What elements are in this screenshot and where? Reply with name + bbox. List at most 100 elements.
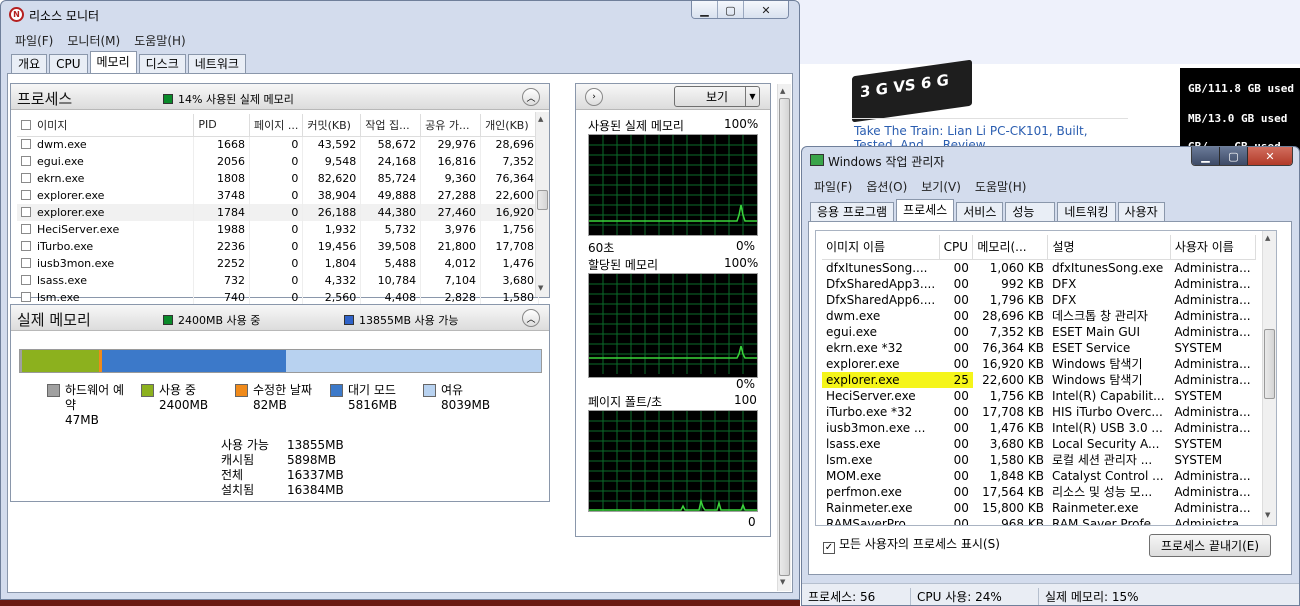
- process-row[interactable]: dwm.exe 1668 0 43,592 58,672 29,976 28,696: [17, 136, 539, 153]
- row-checkbox[interactable]: [21, 173, 31, 183]
- col-commit[interactable]: 커밋(KB): [302, 114, 362, 137]
- process-scrollbar[interactable]: ▲ ▼: [535, 112, 549, 297]
- collapse-up-icon[interactable]: ︿: [522, 309, 540, 327]
- tab-network[interactable]: 네트워크: [187, 54, 246, 74]
- rm-main-scroll-thumb[interactable]: [779, 98, 790, 576]
- minimize-button[interactable]: ▁: [1192, 147, 1220, 165]
- process-scroll-thumb[interactable]: [537, 190, 548, 210]
- scroll-down-icon[interactable]: ▼: [538, 284, 543, 292]
- row-checkbox[interactable]: [21, 190, 31, 200]
- tab-cpu[interactable]: CPU: [49, 54, 88, 74]
- tm-process-row[interactable]: iTurbo.exe *32 00 17,708 KB HIS iTurbo Over…: [822, 404, 1256, 420]
- process-row[interactable]: lsass.exe 732 0 4,332 10,784 7,104 3,680: [17, 272, 539, 289]
- tab-overview[interactable]: 개요: [11, 54, 48, 74]
- tm-process-row[interactable]: iusb3mon.exe ... 00 1,476 KB Intel(R) USB 3…: [822, 420, 1256, 436]
- tab-applications[interactable]: 응용 프로그램: [810, 202, 895, 222]
- tm-process-row[interactable]: Rainmeter.exe 00 15,800 KB Rainmeter.exe Adm…: [822, 500, 1256, 516]
- row-checkbox[interactable]: [21, 241, 31, 251]
- scroll-up-icon[interactable]: ▲: [780, 87, 785, 95]
- close-button[interactable]: ✕: [1248, 147, 1292, 165]
- col-description[interactable]: 설명: [1047, 235, 1171, 260]
- scroll-down-icon[interactable]: ▼: [1265, 511, 1270, 519]
- tm-process-row[interactable]: dfxItunesSong.... 00 1,060 KB dfxItunesSong…: [822, 259, 1256, 276]
- process-row[interactable]: egui.exe 2056 0 9,548 24,168 16,816 7,352: [17, 153, 539, 170]
- col-cpu[interactable]: CPU: [939, 235, 974, 260]
- scroll-down-icon[interactable]: ▼: [780, 578, 785, 586]
- maximize-button[interactable]: ▢: [718, 1, 744, 18]
- maximize-button[interactable]: ▢: [1220, 147, 1248, 165]
- menu-file[interactable]: 파일(F): [15, 32, 53, 49]
- row-checkbox[interactable]: [21, 207, 31, 217]
- row-checkbox[interactable]: [21, 275, 31, 285]
- tm-process-row[interactable]: dwm.exe 00 28,696 KB 데스크톱 창 관리자 Administra..…: [822, 308, 1256, 324]
- memory-section-header[interactable]: 실제 메모리 2400MB 사용 중 13855MB 사용 가능 ︿: [11, 305, 549, 331]
- tm-process-row[interactable]: ekrn.exe *32 00 76,364 KB ESET Service SYSTE…: [822, 340, 1256, 356]
- col-page-faults[interactable]: 페이지 ...: [249, 114, 304, 137]
- select-all-checkbox[interactable]: [21, 119, 31, 130]
- process-section-header[interactable]: 프로세스 14% 사용된 실제 메모리 ︿: [11, 84, 549, 110]
- tm-process-row[interactable]: RAMSaverPro... 00 968 KB RAM Saver Profe...…: [822, 516, 1256, 526]
- col-user-name[interactable]: 사용자 이름: [1170, 235, 1257, 260]
- tm-process-row[interactable]: perfmon.exe 00 17,564 KB 리소스 및 성능 모... Admin…: [822, 484, 1256, 500]
- show-all-users-option[interactable]: ✓ 모든 사용자의 프로세스 표시(S): [823, 535, 1000, 554]
- tm-process-row[interactable]: explorer.exe 00 16,920 KB Windows 탐색기 Admini…: [822, 356, 1256, 372]
- collapse-up-icon[interactable]: ︿: [522, 88, 540, 106]
- close-button[interactable]: ✕: [744, 1, 788, 18]
- scroll-up-icon[interactable]: ▲: [538, 115, 543, 123]
- tm-tabs: 응용 프로그램 프로세스 서비스 성능 네트워킹 사용자: [810, 199, 1167, 222]
- process-row[interactable]: explorer.exe 3748 0 38,904 49,888 27,288 22,60…: [17, 187, 539, 204]
- end-process-button[interactable]: 프로세스 끝내기(E): [1149, 534, 1271, 557]
- row-checkbox[interactable]: [21, 156, 31, 166]
- tm-process-row[interactable]: lsass.exe 00 3,680 KB Local Security A... SY…: [822, 436, 1256, 452]
- col-shareable[interactable]: 공유 가...: [420, 114, 482, 137]
- tm-process-row[interactable]: DfxSharedApp6.... 00 1,796 KB DFX Administra…: [822, 292, 1256, 308]
- col-image-name[interactable]: 이미지 이름: [822, 235, 940, 260]
- tab-networking[interactable]: 네트워킹: [1057, 202, 1116, 222]
- tab-memory[interactable]: 메모리: [89, 51, 137, 74]
- tab-processes[interactable]: 프로세스: [896, 199, 955, 222]
- row-checkbox[interactable]: [21, 224, 31, 234]
- scroll-up-icon[interactable]: ▲: [1265, 234, 1270, 242]
- tab-services[interactable]: 서비스: [956, 202, 1004, 222]
- process-cell: 5,732: [360, 221, 422, 238]
- process-row[interactable]: iTurbo.exe 2236 0 19,456 39,508 21,800 17,708: [17, 238, 539, 255]
- background-header: [798, 0, 1300, 64]
- process-row[interactable]: ekrn.exe 1808 0 82,620 85,724 9,360 76,364: [17, 170, 539, 187]
- tm-process-row[interactable]: HeciServer.exe 00 1,756 KB Intel(R) Capabil…: [822, 388, 1256, 404]
- view-button[interactable]: 보기 ▼: [674, 86, 760, 107]
- process-row[interactable]: explorer.exe 1784 0 26,188 44,380 27,460 16,92…: [17, 204, 539, 221]
- row-checkbox[interactable]: [21, 292, 31, 302]
- col-image[interactable]: 이미지: [17, 114, 195, 137]
- tm-process-row[interactable]: lsm.exe 00 1,580 KB 로컬 세션 관리자 ... SYSTEM: [822, 452, 1256, 468]
- tm-process-row[interactable]: DfxSharedApp3.... 00 992 KB DFX Administra..…: [822, 276, 1256, 292]
- row-checkbox[interactable]: [21, 139, 31, 150]
- process-row[interactable]: iusb3mon.exe 2252 0 1,804 5,488 4,012 1,476: [17, 255, 539, 272]
- tab-performance[interactable]: 성능: [1005, 202, 1056, 222]
- process-image-name: explorer.exe: [17, 204, 195, 221]
- col-working-set[interactable]: 작업 집...: [360, 114, 422, 137]
- tab-users[interactable]: 사용자: [1117, 202, 1165, 222]
- rm-titlebar[interactable]: N 리소스 모니터 ▁ ▢ ✕: [1, 1, 799, 27]
- tm-process-row[interactable]: egui.exe 00 7,352 KB ESET Main GUI Administr…: [822, 324, 1256, 340]
- col-memory[interactable]: 메모리(...: [972, 235, 1049, 260]
- process-row[interactable]: HeciServer.exe 1988 0 1,932 5,732 3,976 1,756: [17, 221, 539, 238]
- tm-process-row[interactable]: explorer.exe 25 22,600 KB Windows 탐색기 Admini…: [822, 371, 1256, 388]
- menu-file[interactable]: 파일(F): [814, 178, 852, 195]
- col-private[interactable]: 개인(KB): [480, 114, 539, 137]
- menu-monitor[interactable]: 모니터(M): [67, 32, 120, 49]
- tab-disk[interactable]: 디스크: [138, 54, 186, 74]
- tm-process-scrollbar[interactable]: ▲ ▼: [1262, 231, 1276, 525]
- rm-main-scrollbar[interactable]: ▲ ▼: [777, 84, 791, 591]
- menu-view[interactable]: 보기(V): [921, 178, 961, 195]
- menu-help[interactable]: 도움말(H): [975, 178, 1027, 195]
- minimize-button[interactable]: ▁: [692, 1, 718, 18]
- row-checkbox[interactable]: [21, 258, 31, 268]
- menu-options[interactable]: 옵션(O): [866, 178, 907, 195]
- tm-process-row[interactable]: MOM.exe 00 1,848 KB Catalyst Control ... Adm…: [822, 468, 1256, 484]
- expand-right-icon[interactable]: ›: [585, 88, 603, 106]
- tm-scroll-thumb[interactable]: [1264, 329, 1275, 399]
- tm-titlebar[interactable]: Windows 작업 관리자 ▁ ▢ ✕: [802, 147, 1299, 173]
- menu-help[interactable]: 도움말(H): [134, 32, 186, 49]
- show-all-checkbox[interactable]: ✓: [823, 542, 835, 554]
- col-pid[interactable]: PID: [193, 114, 251, 137]
